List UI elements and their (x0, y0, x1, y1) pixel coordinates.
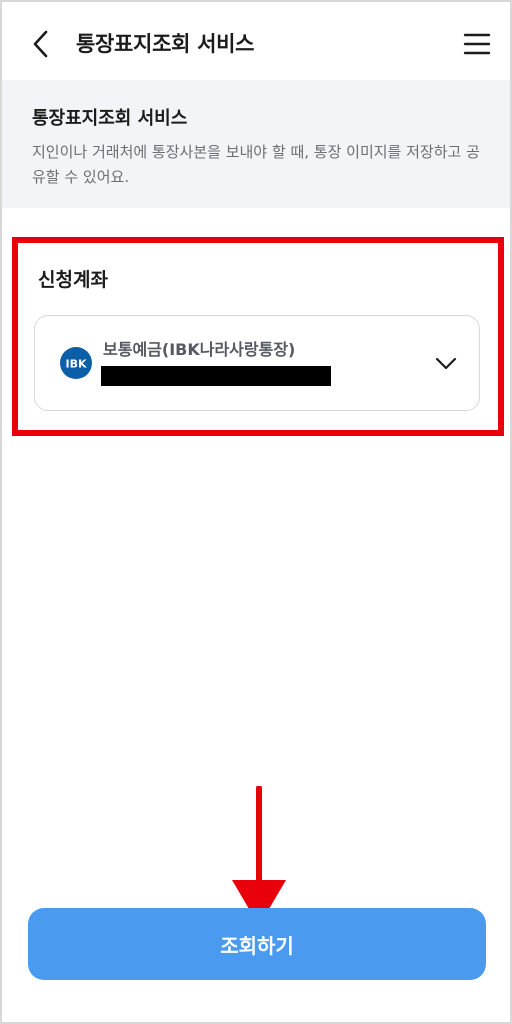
inquiry-button[interactable]: 조회하기 (28, 908, 486, 980)
back-button[interactable] (24, 26, 56, 62)
chevron-left-icon (33, 30, 48, 58)
account-dropdown[interactable]: IBK 보통예금(IBK나라사랑통장) (34, 315, 480, 411)
menu-button[interactable] (460, 28, 494, 60)
page-title: 통장표지조회 서비스 (76, 32, 255, 56)
intro-description: 지인이나 거래처에 통장사본을 보내야 할 때, 통장 이미지를 저장하고 공유… (32, 143, 480, 186)
chevron-down-icon (435, 357, 457, 370)
account-name: 보통예금(IBK나라사랑통장) (103, 340, 296, 359)
top-app-bar: 통장표지조회 서비스 (2, 2, 510, 80)
account-number-redacted (101, 366, 331, 386)
account-section-label: 신청계좌 (38, 269, 108, 291)
service-intro-panel: 통장표지조회 서비스 지인이나 거래처에 통장사본을 보내야 할 때, 통장 이… (2, 80, 510, 208)
app-screen: 통장표지조회 서비스 통장표지조회 서비스 지인이나 거래처에 통장사본을 보내… (0, 0, 512, 1024)
intro-title: 통장표지조회 서비스 (32, 108, 188, 129)
annotation-arrow-down (232, 786, 286, 926)
hamburger-menu-icon (463, 33, 491, 55)
ibk-logo-icon: IBK (60, 347, 92, 379)
svg-text:IBK: IBK (65, 358, 86, 371)
highlight-box: 신청계좌 IBK 보통예금(IBK나라사랑통장) (12, 237, 504, 436)
